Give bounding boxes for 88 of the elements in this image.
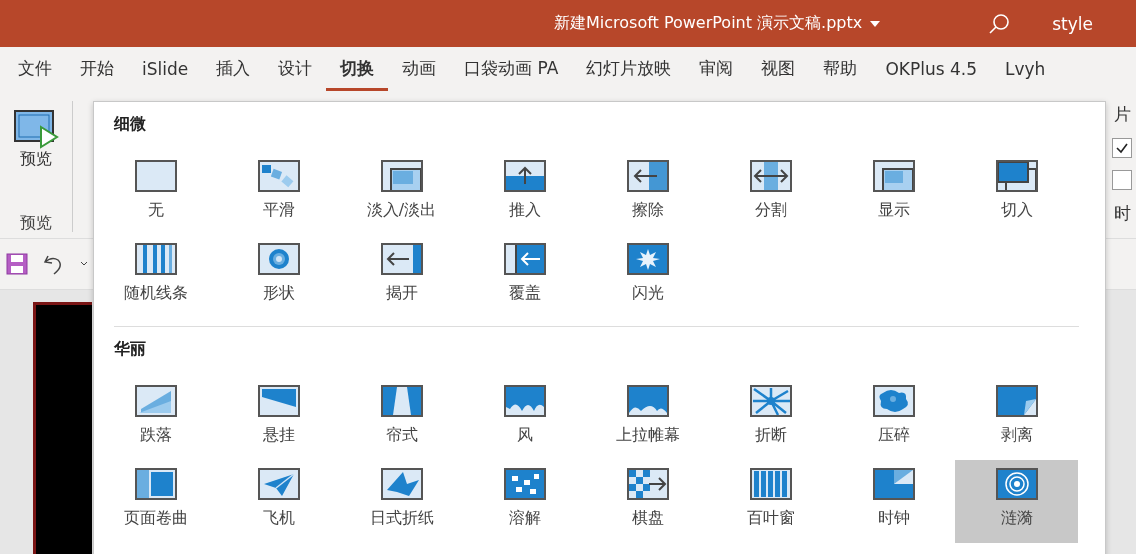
transition-option[interactable]: 飞机: [217, 460, 340, 543]
ribbon-tab[interactable]: 帮助: [809, 51, 872, 91]
curtain-icon: [626, 385, 669, 417]
transition-option[interactable]: 无: [94, 152, 217, 235]
page-curl-icon: [134, 468, 177, 500]
transition-option[interactable]: 擦除: [586, 152, 709, 235]
group-label: 预览: [20, 213, 52, 234]
transition-option[interactable]: 推入: [463, 152, 586, 235]
squares-icon: [257, 160, 300, 192]
transition-option[interactable]: 闪光: [586, 235, 709, 318]
transition-option[interactable]: 显示: [832, 152, 955, 235]
transition-option[interactable]: 形状: [217, 235, 340, 318]
transition-option[interactable]: 分割: [709, 152, 832, 235]
transition-option[interactable]: 溶解: [463, 460, 586, 543]
checkbox[interactable]: [1112, 138, 1132, 158]
save-icon[interactable]: [6, 253, 28, 275]
transition-option[interactable]: 跌落: [94, 377, 217, 460]
window-title: 新建Microsoft PowerPoint 演示文稿.pptx: [554, 13, 863, 34]
double-arrow-icon: [749, 160, 792, 192]
transition-option[interactable]: 平滑: [217, 152, 340, 235]
search-icon[interactable]: [988, 12, 1011, 35]
transition-option[interactable]: 压碎: [832, 377, 955, 460]
preview-button[interactable]: 预览: [11, 107, 61, 172]
ripple-icon: [995, 468, 1038, 500]
falling-slide-icon: [134, 385, 177, 417]
checkbox[interactable]: [1112, 170, 1132, 190]
ribbon-tab[interactable]: 插入: [202, 51, 265, 91]
transition-option[interactable]: 揭开: [340, 235, 463, 318]
transition-option[interactable]: 涟漪: [955, 460, 1078, 543]
transition-option[interactable]: 棋盘: [586, 460, 709, 543]
transition-option[interactable]: 上拉帷幕: [586, 377, 709, 460]
hanging-slide-icon: [257, 385, 300, 417]
ribbon-tab[interactable]: 口袋动画 PA: [450, 51, 573, 91]
shatter-icon: [749, 385, 792, 417]
crumpled-paper-icon: [872, 385, 915, 417]
ribbon-tab[interactable]: 文件: [4, 51, 66, 91]
ribbon-tab[interactable]: 幻灯片放映: [572, 51, 686, 91]
origami-bird-icon: [380, 468, 423, 500]
up-arrow-icon: [503, 160, 546, 192]
overlapping-slides-icon: [380, 160, 423, 192]
wave-icon: [503, 385, 546, 417]
ribbon-tab[interactable]: 切换: [326, 51, 389, 91]
caret-icon[interactable]: [870, 20, 881, 27]
transition-option[interactable]: 随机线条: [94, 235, 217, 318]
checkerboard-icon: [626, 468, 669, 500]
transition-option[interactable]: 覆盖: [463, 235, 586, 318]
ribbon-label: 时: [1114, 202, 1132, 225]
ribbon-label: 片: [1114, 103, 1132, 126]
left-arrow-icon: [380, 243, 423, 275]
left-arrow-icon: [626, 160, 669, 192]
transition-option[interactable]: 时钟: [832, 460, 955, 543]
paper-plane-icon: [257, 468, 300, 500]
transition-option[interactable]: 淡入/淡出: [340, 152, 463, 235]
ribbon-tab[interactable]: 视图: [747, 51, 810, 91]
blank-slide-icon: [134, 160, 177, 192]
ribbon-tab[interactable]: iSlide: [128, 52, 203, 90]
ribbon-tab[interactable]: 设计: [264, 51, 327, 91]
transition-option[interactable]: 帘式: [340, 377, 463, 460]
transition-option[interactable]: 日式折纸: [340, 460, 463, 543]
ribbon-tab[interactable]: 动画: [388, 51, 451, 91]
curtains-icon: [380, 385, 423, 417]
caret-icon[interactable]: [80, 261, 88, 267]
dissolve-icon: [503, 468, 546, 500]
check-icon: [1115, 141, 1129, 155]
transition-option[interactable]: 悬挂: [217, 377, 340, 460]
starburst-icon: [626, 243, 669, 275]
slide-thumbnail[interactable]: [33, 302, 92, 554]
left-arrow-icon: [503, 243, 546, 275]
ribbon-tab[interactable]: 开始: [66, 51, 128, 91]
overlapping-slides-icon: [995, 160, 1038, 192]
blinds-icon: [749, 468, 792, 500]
transition-option[interactable]: 剥离: [955, 377, 1078, 460]
overlapping-slides-icon: [872, 160, 915, 192]
transition-option[interactable]: 风: [463, 377, 586, 460]
peel-icon: [995, 385, 1038, 417]
vertical-stripes-icon: [134, 243, 177, 275]
transition-option[interactable]: 切入: [955, 152, 1078, 235]
user-name[interactable]: style: [1052, 13, 1093, 34]
section-heading: 细微: [112, 113, 147, 135]
transition-option[interactable]: 百叶窗: [709, 460, 832, 543]
clock-wedge-icon: [872, 468, 915, 500]
section-heading: 华丽: [113, 338, 147, 360]
transition-option[interactable]: 折断: [709, 377, 832, 460]
ribbon-tab[interactable]: 审阅: [685, 51, 748, 91]
ribbon-tab[interactable]: Lvyh: [991, 52, 1060, 90]
transition-option[interactable]: 页面卷曲: [94, 460, 217, 543]
ribbon-tab[interactable]: OKPlus 4.5: [871, 52, 991, 90]
circle-icon: [257, 243, 300, 275]
